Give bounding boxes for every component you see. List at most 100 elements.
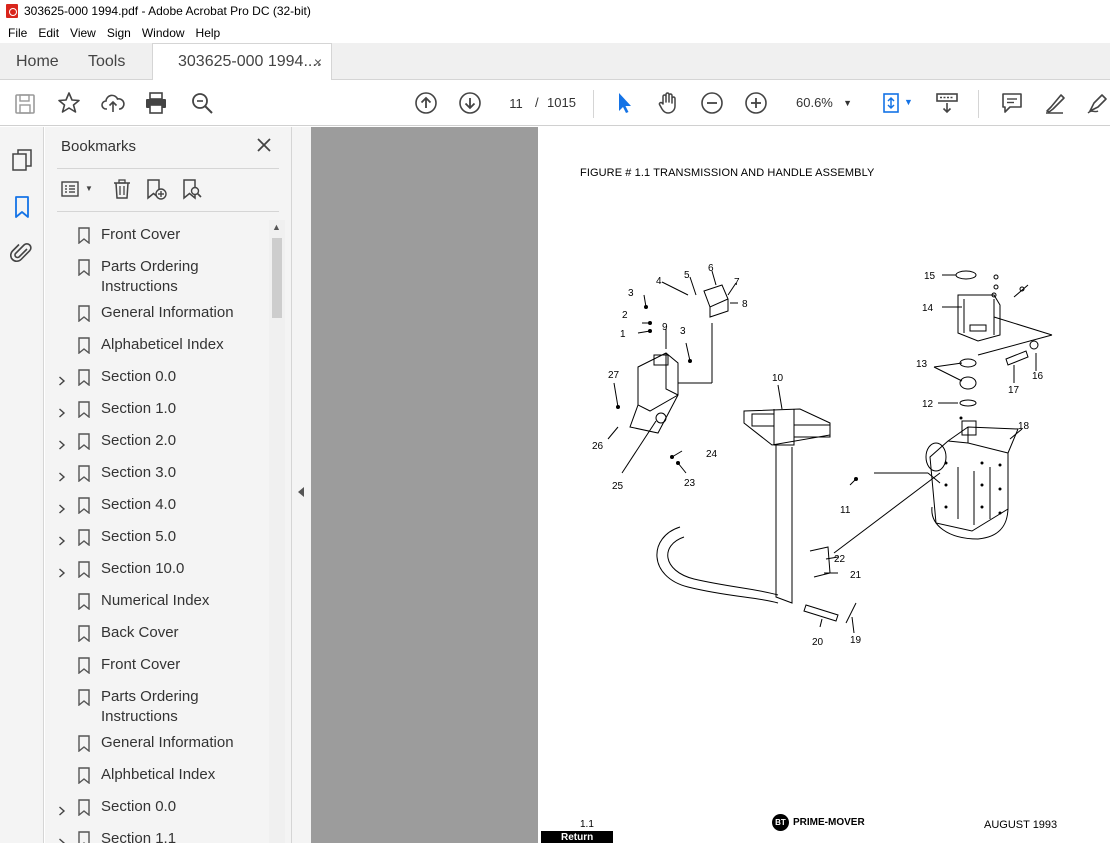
zoom-in-icon[interactable] — [744, 91, 768, 115]
page-total: 1015 — [547, 95, 576, 110]
bookmark-label: General Information — [101, 304, 234, 321]
parts-diagram: 1 2 3 4 5 6 7 8 3 9 10 11 12 13 14 15 16… — [592, 263, 1053, 648]
save-icon[interactable] — [13, 92, 37, 116]
zoom-out-icon[interactable] — [700, 91, 724, 115]
chevron-right-icon[interactable] — [58, 834, 66, 843]
star-icon[interactable] — [57, 91, 81, 115]
toolbar-divider — [593, 90, 594, 118]
callout-label: 14 — [922, 303, 934, 314]
scroll-up-icon[interactable]: ▲ — [272, 222, 281, 232]
tab-close-icon[interactable]: × — [314, 54, 322, 70]
bookmarks-scrollbar[interactable]: ▲ — [269, 220, 285, 843]
bookmarks-panel: Bookmarks ▼ Front Cover Parts Ordering I… — [45, 127, 292, 843]
zoom-dropdown[interactable]: 60.6% ▼ — [788, 90, 860, 116]
highlight-pen-icon[interactable] — [1043, 91, 1067, 115]
return-link[interactable]: Return — [541, 831, 613, 843]
collapse-panel-icon[interactable] — [298, 487, 304, 497]
bookmark-label: Back Cover — [101, 624, 179, 641]
bookmark-label: Section 1.1 — [101, 830, 177, 843]
chevron-right-icon[interactable] — [58, 564, 66, 578]
select-cursor-icon[interactable] — [612, 91, 636, 115]
bookmark-flag-icon — [78, 369, 90, 387]
previous-page-icon[interactable] — [414, 91, 438, 115]
bt-logo-icon: BT — [772, 814, 789, 831]
callout-label: 21 — [850, 570, 862, 581]
callout-label: 17 — [1008, 385, 1020, 396]
bookmarks-panel-icon[interactable] — [10, 195, 34, 219]
find-bookmark-icon[interactable] — [181, 178, 203, 200]
new-bookmark-icon[interactable] — [145, 178, 167, 200]
attachments-icon[interactable] — [10, 241, 34, 265]
scrolling-mode-icon[interactable] — [935, 91, 959, 115]
bookmark-flag-icon — [78, 337, 90, 355]
tab-document-label: 303625-000 1994.... — [178, 53, 322, 70]
bookmark-label: Alphabeticel Index — [101, 336, 224, 353]
chevron-down-icon[interactable]: ▼ — [85, 184, 93, 193]
callout-label: 24 — [706, 449, 718, 460]
zoom-search-icon[interactable] — [190, 91, 214, 115]
callout-label: 3 — [628, 288, 634, 299]
bookmark-flag-icon — [78, 831, 90, 843]
toolbar-divider — [978, 90, 979, 118]
bookmark-label: Front Cover — [101, 656, 181, 673]
print-icon[interactable] — [144, 91, 168, 115]
tab-document[interactable]: 303625-000 1994.... × — [152, 43, 332, 80]
callout-label: 1 — [620, 329, 626, 340]
menu-view[interactable]: View — [70, 26, 96, 40]
bookmark-flag-icon — [78, 657, 90, 675]
callout-label: 15 — [924, 271, 936, 282]
callout-label: 11 — [840, 505, 851, 516]
footer-date: AUGUST 1993 — [984, 819, 1058, 831]
tab-home[interactable]: Home — [16, 43, 59, 80]
upload-cloud-icon[interactable] — [101, 91, 125, 115]
bookmark-label: Section 0.0 — [101, 368, 177, 385]
page-number-input[interactable]: 11 — [500, 90, 532, 116]
bookmark-flag-icon — [78, 735, 90, 753]
draw-sign-icon[interactable] — [1086, 91, 1110, 115]
menu-help[interactable]: Help — [196, 26, 221, 40]
comment-icon[interactable] — [1000, 91, 1024, 115]
window-title: 303625-000 1994.pdf - Adobe Acrobat Pro … — [24, 4, 311, 18]
page-thumbnails-icon[interactable] — [10, 148, 34, 172]
hand-tool-icon[interactable] — [656, 91, 680, 115]
menu-sign[interactable]: Sign — [107, 26, 131, 40]
menu-window[interactable]: Window — [142, 26, 185, 40]
navigation-rail — [0, 127, 44, 843]
chevron-right-icon[interactable] — [58, 532, 66, 546]
callout-label: 22 — [834, 554, 846, 565]
chevron-right-icon[interactable] — [58, 468, 66, 482]
chevron-right-icon[interactable] — [58, 404, 66, 418]
divider — [57, 168, 279, 169]
figure-title: FIGURE # 1.1 TRANSMISSION AND HANDLE ASS… — [580, 167, 875, 179]
panel-splitter[interactable] — [292, 127, 311, 843]
callout-label: 16 — [1032, 371, 1044, 382]
fit-page-dropdown-icon[interactable]: ▼ — [904, 97, 913, 107]
delete-bookmark-icon[interactable] — [111, 178, 133, 200]
chevron-right-icon[interactable] — [58, 500, 66, 514]
bookmark-label: Section 10.0 — [101, 560, 185, 577]
menu-edit[interactable]: Edit — [38, 26, 59, 40]
pdf-page: 1 2 3 4 5 6 7 8 3 9 10 11 12 13 14 15 16… — [538, 127, 1110, 843]
bookmark-flag-icon — [78, 529, 90, 547]
callout-label: 10 — [772, 373, 784, 384]
tab-tools[interactable]: Tools — [88, 43, 125, 80]
callout-label: 13 — [916, 359, 928, 370]
chevron-down-icon: ▼ — [843, 98, 852, 108]
callout-label: 18 — [1018, 421, 1030, 432]
menu-bar: File Edit View Sign Window Help — [0, 22, 1110, 43]
bookmark-options-icon[interactable] — [61, 178, 83, 200]
callout-label: 26 — [592, 441, 604, 452]
callout-label: 6 — [708, 263, 714, 274]
bookmark-label: Numerical Index — [101, 592, 210, 609]
close-icon[interactable] — [255, 136, 273, 154]
chevron-right-icon[interactable] — [58, 802, 66, 816]
bookmark-flag-icon — [78, 401, 90, 419]
chevron-right-icon[interactable] — [58, 436, 66, 450]
chevron-right-icon[interactable] — [58, 372, 66, 386]
fit-page-icon[interactable] — [880, 91, 904, 115]
menu-file[interactable]: File — [8, 26, 27, 40]
brand-name: PRIME-MOVER — [793, 817, 865, 828]
next-page-icon[interactable] — [458, 91, 482, 115]
scrollbar-thumb[interactable] — [272, 238, 282, 318]
callout-label: 20 — [812, 637, 824, 648]
